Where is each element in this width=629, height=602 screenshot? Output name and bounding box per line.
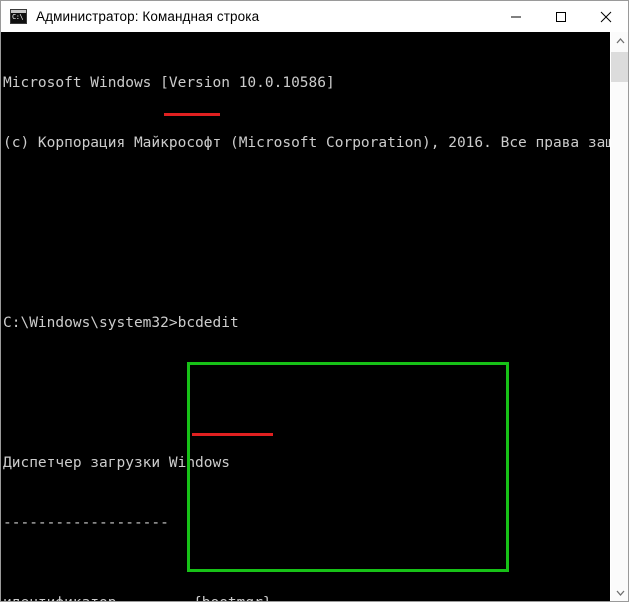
prompt-command-line: C:\Windows\system32>bcdedit bbox=[3, 313, 612, 333]
command-underline-annotation bbox=[164, 113, 220, 116]
close-icon bbox=[600, 11, 611, 22]
scroll-down-icon[interactable] bbox=[611, 584, 628, 601]
row-key: идентификатор bbox=[3, 593, 193, 601]
command-prompt-window: C:\ Администратор: Командная строка Micr… bbox=[0, 0, 629, 602]
scroll-up-icon[interactable] bbox=[611, 32, 628, 50]
prompt-path: C:\Windows\system32> bbox=[3, 315, 178, 331]
description-underline-annotation bbox=[192, 433, 273, 436]
scrollbar-thumb[interactable] bbox=[611, 52, 628, 82]
row-value: {bootmgr} bbox=[193, 595, 272, 601]
section1-separator: ------------------- bbox=[3, 515, 169, 531]
titlebar[interactable]: C:\ Администратор: Командная строка bbox=[1, 1, 628, 32]
console-icon: C:\ bbox=[10, 9, 27, 24]
console-icon-glyph: C:\ bbox=[12, 13, 24, 21]
console-text: Microsoft Windows [Version 10.0.10586] (… bbox=[3, 33, 612, 601]
window-title: Администратор: Командная строка bbox=[36, 9, 260, 24]
output-line-version: Microsoft Windows [Version 10.0.10586] bbox=[3, 75, 335, 91]
table-row: идентификатор{bootmgr} bbox=[3, 593, 612, 601]
section1-title: Диспетчер загрузки Windows bbox=[3, 455, 230, 471]
close-button[interactable] bbox=[583, 1, 628, 32]
window-controls bbox=[493, 1, 628, 32]
minimize-button[interactable] bbox=[493, 1, 538, 32]
output-line-copyright: (c) Корпорация Майкрософт (Microsoft Cor… bbox=[3, 135, 612, 151]
typed-command: bcdedit bbox=[177, 315, 239, 331]
maximize-icon bbox=[555, 11, 566, 22]
vertical-scrollbar[interactable] bbox=[610, 32, 628, 601]
console-output-area[interactable]: Microsoft Windows [Version 10.0.10586] (… bbox=[1, 32, 612, 601]
minimize-icon bbox=[510, 16, 521, 17]
maximize-button[interactable] bbox=[538, 1, 583, 32]
